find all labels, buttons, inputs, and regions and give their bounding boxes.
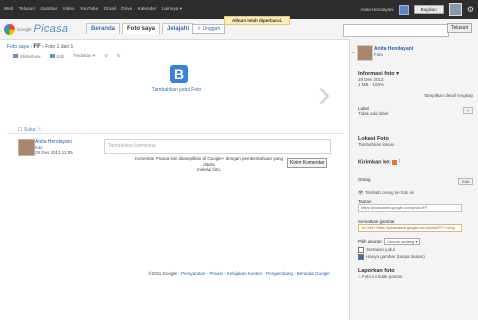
upload-button[interactable]: ⇪ Unggah bbox=[192, 24, 226, 34]
add-caption-link[interactable]: Tambahkan judul Foto bbox=[152, 87, 201, 93]
tab-home[interactable]: Beranda bbox=[86, 23, 121, 34]
edit-icon bbox=[49, 54, 55, 59]
search-input[interactable] bbox=[343, 24, 449, 37]
photo-info-sidebar: – Anita Hendayani Foto Informasi foto ▾ … bbox=[349, 39, 478, 320]
rotate-left-icon[interactable]: ↺ bbox=[104, 53, 108, 59]
account-name[interactable]: Anita Hendayani bbox=[361, 7, 394, 12]
tab-explore[interactable]: Jelajahi bbox=[162, 23, 195, 34]
gbar-link-web[interactable]: Web bbox=[4, 6, 13, 11]
blogger-icon[interactable] bbox=[392, 159, 398, 165]
gbar-link-drive[interactable]: Drive bbox=[121, 6, 132, 11]
logo-google-text: Google bbox=[17, 26, 32, 32]
twitter-icon[interactable]: t bbox=[399, 159, 401, 165]
slideshow-icon bbox=[13, 54, 18, 59]
footer-link-terms[interactable]: Persyaratan bbox=[181, 271, 205, 276]
photo-viewer: B Tambahkan judul Foto › bbox=[7, 61, 344, 121]
account-avatar[interactable] bbox=[448, 3, 462, 16]
report-option-label: Foto ini tidak pantas bbox=[361, 274, 403, 279]
logo-picasa-text: Picasa bbox=[33, 23, 69, 35]
embed-size-value: Ukuran sedang bbox=[387, 239, 415, 244]
gear-icon[interactable]: ⚙ bbox=[467, 5, 474, 14]
embed-size-select[interactable]: Ukuran sedang ▾ bbox=[384, 238, 421, 245]
share-title: Kirimkan ke: bbox=[358, 159, 392, 166]
edit-button[interactable]: Edit bbox=[49, 53, 65, 59]
picasa-logo[interactable]: Google Picasa bbox=[4, 23, 68, 35]
gbar-account: Anita Hendayani Bagikan ⚙ bbox=[361, 3, 474, 16]
edit-people-button[interactable]: Edit bbox=[458, 178, 473, 185]
footer-link-content-policy[interactable]: Kebijakan Konten bbox=[227, 271, 262, 276]
status-notice: Album telah diperbarui. bbox=[224, 16, 291, 25]
slideshow-button[interactable]: Slideshow bbox=[13, 54, 41, 59]
gbar-link-calendar[interactable]: Kalender bbox=[138, 6, 157, 11]
slideshow-label: Slideshow bbox=[20, 53, 41, 59]
owner-avatar[interactable] bbox=[18, 139, 35, 156]
report-option[interactable]: ○ Foto ini tidak pantas bbox=[358, 274, 402, 279]
rotate-right-icon[interactable]: ↻ bbox=[117, 53, 121, 59]
footer-link-google-home[interactable]: Beranda Google bbox=[297, 271, 330, 276]
gbar-links: Web Telusuri Gambar Video YouTube Gmail … bbox=[4, 6, 186, 12]
gbar-link-video[interactable]: Video bbox=[63, 6, 75, 11]
next-photo-arrow-icon[interactable]: › bbox=[318, 75, 331, 113]
embed-code-field[interactable]: <a href="https://picasaweb.google.com/ph… bbox=[358, 224, 462, 232]
image-only-label: Hanya gambar (tanpa tautan) bbox=[366, 254, 425, 260]
like-button[interactable]: ☐ Suka ⓘ bbox=[18, 126, 42, 133]
full-details-link[interactable]: Tampilkan detail lengkap bbox=[424, 93, 473, 98]
comment-input[interactable]: Tambahkan komentar bbox=[104, 139, 331, 154]
add-location-link[interactable]: Tambahkan lokasi bbox=[358, 142, 394, 147]
share-button[interactable]: Bagikan bbox=[413, 5, 444, 14]
photo-toolbar: Slideshow Edit Tindakan ▾ ↺ ↻ bbox=[13, 53, 121, 59]
breadcrumb: Foto saya › FF › Foto 1 dari 1 bbox=[7, 44, 73, 50]
tab-my-photos[interactable]: Foto saya bbox=[122, 23, 161, 34]
gbar-link-images[interactable]: Gambar bbox=[40, 6, 57, 11]
comment-placeholder: Tambahkan komentar bbox=[108, 143, 157, 149]
divider bbox=[7, 133, 344, 134]
picasa-logo-icon bbox=[4, 23, 15, 35]
add-people-label: Tambah orang ke foto ini bbox=[364, 190, 415, 195]
notification-icon[interactable] bbox=[398, 4, 409, 15]
breadcrumb-position: › Foto 1 dari 1 bbox=[42, 44, 74, 50]
photo-image[interactable]: B bbox=[170, 65, 188, 83]
footer-copyright: ©2011 Google bbox=[148, 271, 178, 276]
submit-comment-button[interactable]: Kirim Komentar bbox=[287, 158, 328, 168]
gbar-link-youtube[interactable]: YouTube bbox=[80, 6, 98, 11]
comment-notice: Komentar Picasa kini ditampilkan di Goog… bbox=[133, 156, 285, 173]
image-only-checkbox[interactable] bbox=[358, 254, 364, 260]
label-empty: Tidak ada label bbox=[358, 111, 389, 116]
upload-label: Unggah bbox=[202, 26, 221, 32]
footer-link-privacy[interactable]: Privasi bbox=[209, 271, 223, 276]
size-label: Pilih ukuran: bbox=[358, 239, 383, 244]
author-sub[interactable]: Foto bbox=[374, 52, 413, 57]
comment-notice-line2: melalui foto. bbox=[196, 167, 222, 172]
collapse-sidebar-icon[interactable]: – bbox=[352, 50, 355, 55]
gbar-link-more[interactable]: Lainnya ▾ bbox=[162, 6, 182, 11]
gbar-link-search[interactable]: Telusuri bbox=[19, 6, 35, 11]
edit-label: Edit bbox=[56, 53, 65, 59]
search-button[interactable]: Telusuri bbox=[447, 23, 473, 33]
include-caption-checkbox[interactable] bbox=[358, 247, 364, 253]
add-people-link[interactable]: 👁 Tambah orang ke foto ini bbox=[358, 190, 414, 196]
include-caption-option[interactable]: Sertakan judul bbox=[358, 247, 395, 253]
include-caption-label: Sertakan judul bbox=[366, 247, 395, 253]
add-label-button[interactable]: + bbox=[462, 107, 473, 114]
people-title: Orang bbox=[358, 177, 371, 182]
footer-link-developers[interactable]: Pengembang bbox=[266, 271, 293, 276]
author-avatar[interactable] bbox=[357, 45, 373, 61]
image-only-option[interactable]: Hanya gambar (tanpa tautan) bbox=[358, 254, 425, 260]
upload-date: 29 Des 2013 11:05 bbox=[35, 150, 73, 155]
actions-menu[interactable]: Tindakan ▾ bbox=[73, 53, 95, 59]
photo-link-field[interactable]: https://picasaweb.google.com/photo/FF bbox=[358, 204, 462, 212]
info-meta: 1 MB · 100% bbox=[358, 82, 385, 87]
breadcrumb-my-photos[interactable]: Foto saya › bbox=[7, 44, 32, 50]
gbar-link-gmail[interactable]: Gmail bbox=[104, 6, 116, 11]
comment-notice-line1: Komentar Picasa kini ditampilkan di Goog… bbox=[135, 156, 283, 167]
breadcrumb-album[interactable]: FF bbox=[33, 44, 40, 50]
main-tabs: Beranda Foto saya Jelajahi bbox=[86, 23, 195, 34]
